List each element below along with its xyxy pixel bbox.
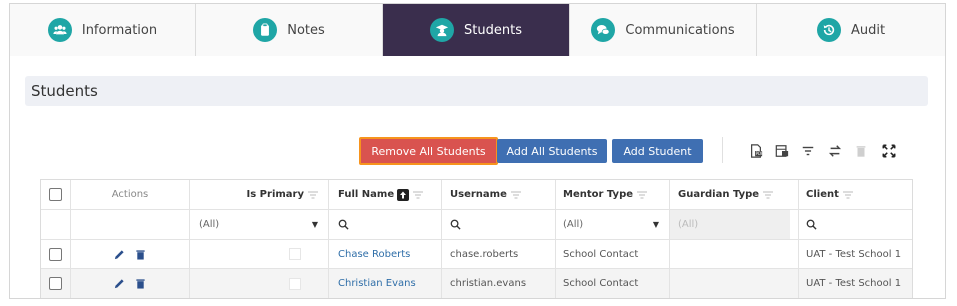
column-header-username[interactable]: Username: [442, 180, 556, 209]
tab-notes-label: Notes: [287, 22, 325, 38]
column-header-actions: Actions: [71, 180, 190, 209]
full-name-link[interactable]: Chase Roberts: [329, 240, 442, 268]
edit-icon[interactable]: [114, 278, 125, 289]
username-cell: christian.evans: [442, 269, 556, 298]
column-filter-icon[interactable]: [510, 191, 521, 199]
section-title: Students: [25, 76, 928, 106]
column-header-username-label: Username: [450, 189, 507, 200]
column-header-is-primary-label: Is Primary: [246, 189, 304, 200]
tab-notes[interactable]: Notes: [196, 4, 383, 56]
guardian-type-filter-select: (All): [670, 210, 799, 239]
column-filter-icon[interactable]: [637, 191, 648, 199]
row-checkbox-cell[interactable]: [41, 240, 71, 268]
tab-communications[interactable]: Communications: [570, 4, 757, 56]
is-primary-checkbox[interactable]: [289, 277, 301, 290]
client-filter-input[interactable]: [799, 210, 912, 239]
mentor-type-cell: School Contact: [556, 240, 670, 268]
clipboard-icon: [253, 18, 278, 42]
search-icon: [338, 219, 349, 230]
table-row[interactable]: Chase Roberts chase.roberts School Conta…: [41, 240, 912, 269]
column-header-client[interactable]: Client: [799, 180, 912, 209]
is-primary-filter-select[interactable]: (All) ▼: [190, 210, 329, 239]
add-all-students-button[interactable]: Add All Students: [497, 139, 607, 163]
tab-audit[interactable]: Audit: [757, 4, 945, 56]
add-student-button[interactable]: Add Student: [612, 139, 703, 163]
chevron-down-icon: ▼: [652, 220, 659, 229]
delete-icon[interactable]: [135, 278, 146, 289]
column-header-guardian-type[interactable]: Guardian Type: [670, 180, 799, 209]
select-all-checkbox[interactable]: [49, 188, 62, 201]
tab-information[interactable]: Information: [10, 4, 196, 56]
toolbar-divider: [722, 137, 723, 163]
tab-students[interactable]: Students: [383, 4, 570, 56]
row-actions: [71, 240, 190, 268]
column-header-mentor-type-label: Mentor Type: [563, 189, 634, 200]
graduate-icon: [430, 18, 455, 42]
full-name-filter-input[interactable]: [329, 210, 442, 239]
client-cell: UAT - Test School 1: [806, 248, 902, 260]
tab-communications-label: Communications: [625, 22, 735, 38]
is-primary-checkbox[interactable]: [289, 248, 301, 260]
filter-cell-empty: [41, 210, 71, 239]
sort-ascending-icon[interactable]: [397, 188, 410, 201]
is-primary-cell[interactable]: [190, 240, 329, 268]
row-checkbox[interactable]: [49, 277, 62, 290]
row-checkbox-cell[interactable]: [41, 269, 71, 298]
column-header-client-label: Client: [806, 189, 839, 200]
trash-icon: [853, 143, 869, 159]
fullscreen-icon[interactable]: [881, 143, 897, 159]
filter-cell-empty: [71, 210, 190, 239]
mentor-type-filter-value: (All): [563, 219, 584, 230]
is-primary-cell[interactable]: [190, 269, 329, 298]
edit-icon[interactable]: [114, 249, 125, 260]
full-name-link[interactable]: Christian Evans: [329, 269, 442, 298]
chevron-down-icon: ▼: [311, 220, 318, 229]
row-actions: [71, 269, 190, 298]
column-filter-icon[interactable]: [413, 191, 424, 199]
tab-bar: Information Notes Students Communication…: [10, 4, 945, 56]
username-cell: chase.roberts: [442, 240, 556, 268]
guardian-type-filter-value: (All): [678, 219, 699, 230]
tab-audit-label: Audit: [850, 22, 886, 38]
column-filter-icon[interactable]: [763, 191, 774, 199]
grid-header-row: Actions Is Primary Full Name Username Me…: [41, 180, 912, 210]
tab-information-label: Information: [81, 22, 158, 38]
students-grid: Actions Is Primary Full Name Username Me…: [40, 179, 913, 298]
column-filter-icon[interactable]: [842, 191, 853, 199]
chat-icon: [591, 18, 616, 42]
select-all-checkbox-cell[interactable]: [41, 180, 71, 209]
column-filter-icon[interactable]: [308, 191, 318, 199]
guardian-type-cell: [670, 269, 799, 298]
tab-students-label: Students: [464, 22, 522, 38]
table-row[interactable]: Christian Evans christian.evans School C…: [41, 269, 912, 298]
swap-icon[interactable]: [827, 143, 843, 159]
search-icon: [806, 219, 817, 230]
mentor-type-cell: School Contact: [556, 269, 670, 298]
export-excel-icon[interactable]: [774, 143, 790, 159]
mentor-type-filter-select[interactable]: (All) ▼: [556, 210, 670, 239]
svg-text:PDF: PDF: [756, 151, 763, 156]
column-header-guardian-type-label: Guardian Type: [678, 189, 760, 200]
remove-all-students-button[interactable]: Remove All Students: [359, 137, 498, 165]
delete-icon[interactable]: [135, 249, 146, 260]
students-panel: Information Notes Students Communication…: [9, 3, 946, 299]
column-header-is-primary[interactable]: Is Primary: [190, 180, 329, 209]
column-header-mentor-type[interactable]: Mentor Type: [556, 180, 670, 209]
username-filter-input[interactable]: [442, 210, 556, 239]
is-primary-filter-value: (All): [199, 219, 220, 230]
history-icon: [816, 18, 841, 42]
grid-filter-row: (All) ▼ (All) ▼ (All): [41, 210, 912, 240]
users-icon: [47, 18, 72, 42]
row-checkbox[interactable]: [49, 247, 62, 261]
guardian-type-cell: [670, 240, 799, 268]
search-icon: [450, 219, 461, 230]
column-header-full-name-label: Full Name: [338, 189, 395, 200]
filter-icon[interactable]: [800, 143, 816, 159]
client-cell: UAT - Test School 1: [806, 278, 902, 289]
guardian-type-filter-disabled: (All): [670, 210, 790, 239]
export-pdf-icon[interactable]: PDF: [748, 143, 764, 159]
column-header-full-name[interactable]: Full Name: [329, 180, 442, 209]
